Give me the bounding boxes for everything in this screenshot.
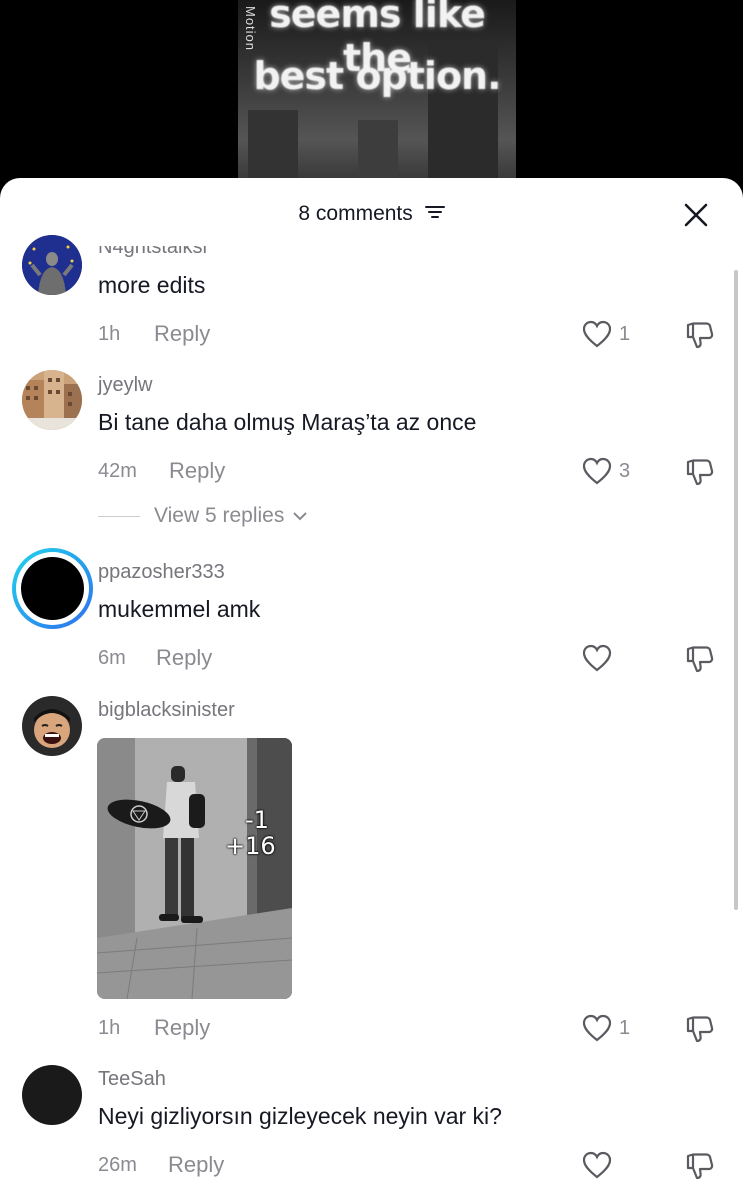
heart-icon[interactable] (582, 1151, 612, 1179)
thumbs-down-icon[interactable] (684, 643, 716, 675)
story-ring-avatar[interactable] (12, 548, 93, 629)
video-caption-line2: best option. (253, 54, 501, 98)
thumbs-down-icon[interactable] (684, 1013, 716, 1045)
close-x-icon[interactable] (681, 200, 711, 230)
comment-text: Neyi gizliyorsın gizleyecek neyin var ki… (98, 1103, 502, 1129)
laughing-face-avatar-icon (22, 696, 82, 756)
comments-count-label: 8 comments (298, 202, 413, 225)
reply-button[interactable]: Reply (156, 645, 212, 671)
comment-image[interactable]: -1 +16 (97, 738, 292, 999)
thumbs-down-icon[interactable] (684, 1150, 716, 1182)
like-count: 3 (619, 460, 631, 482)
view-replies-button[interactable]: View 5 replies (98, 504, 308, 528)
comment-username[interactable]: TeeSah (98, 1068, 166, 1091)
buildings-avatar-icon (22, 370, 82, 430)
comment-username[interactable]: jyeylw (98, 374, 152, 397)
comment-text: mukemmel amk (98, 596, 261, 622)
avatar[interactable] (22, 696, 82, 756)
replies-divider (98, 515, 140, 517)
comment-time: 6m (98, 647, 126, 669)
comment-time: 26m (98, 1154, 137, 1176)
like-count: 1 (619, 1017, 631, 1039)
like-count: 1 (619, 323, 631, 345)
heart-icon[interactable] (582, 644, 612, 672)
heart-icon[interactable] (582, 320, 612, 348)
comments-sheet: 8 comments N4ghtstalksr more edits 1h Re… (0, 178, 743, 1200)
avatar[interactable] (22, 235, 82, 295)
reply-button[interactable]: Reply (154, 1015, 210, 1041)
comment-time: 42m (98, 460, 137, 482)
comment-text: Bi tane daha olmuş Maraş’ta az once (98, 409, 477, 435)
comment-time: 1h (98, 1017, 121, 1039)
video-frame: seems like the best option. (238, 0, 516, 200)
avatar[interactable] (22, 370, 82, 430)
street-photo-icon (97, 738, 292, 999)
sheet-header: 8 comments (0, 178, 743, 248)
thumbs-down-icon[interactable] (684, 456, 716, 488)
comment-username[interactable]: ppazosher333 (98, 561, 225, 584)
sort-lines-icon[interactable] (424, 204, 445, 220)
comment-time: 1h (98, 323, 121, 345)
comment-text: more edits (98, 272, 206, 298)
image-overlay-plus: +16 (225, 832, 276, 860)
reply-button[interactable]: Reply (168, 1152, 224, 1178)
reply-button[interactable]: Reply (154, 321, 210, 347)
comment-username[interactable]: bigblacksinister (98, 699, 235, 722)
chevron-down-icon (293, 512, 307, 521)
avatar[interactable] (22, 1065, 82, 1125)
statue-avatar-icon (22, 235, 82, 295)
thumbs-down-icon[interactable] (684, 319, 716, 351)
view-replies-label: View 5 replies (154, 504, 285, 527)
video-watermark: Motion (243, 6, 258, 52)
avatar (21, 557, 84, 620)
comments-count-title[interactable]: 8 comments (0, 202, 743, 226)
reply-button[interactable]: Reply (169, 458, 225, 484)
heart-icon[interactable] (582, 457, 612, 485)
scrollbar[interactable] (734, 270, 738, 910)
image-overlay-minus: -1 (245, 806, 269, 834)
heart-icon[interactable] (582, 1014, 612, 1042)
video-background[interactable]: seems like the best option. Motion (0, 0, 743, 200)
